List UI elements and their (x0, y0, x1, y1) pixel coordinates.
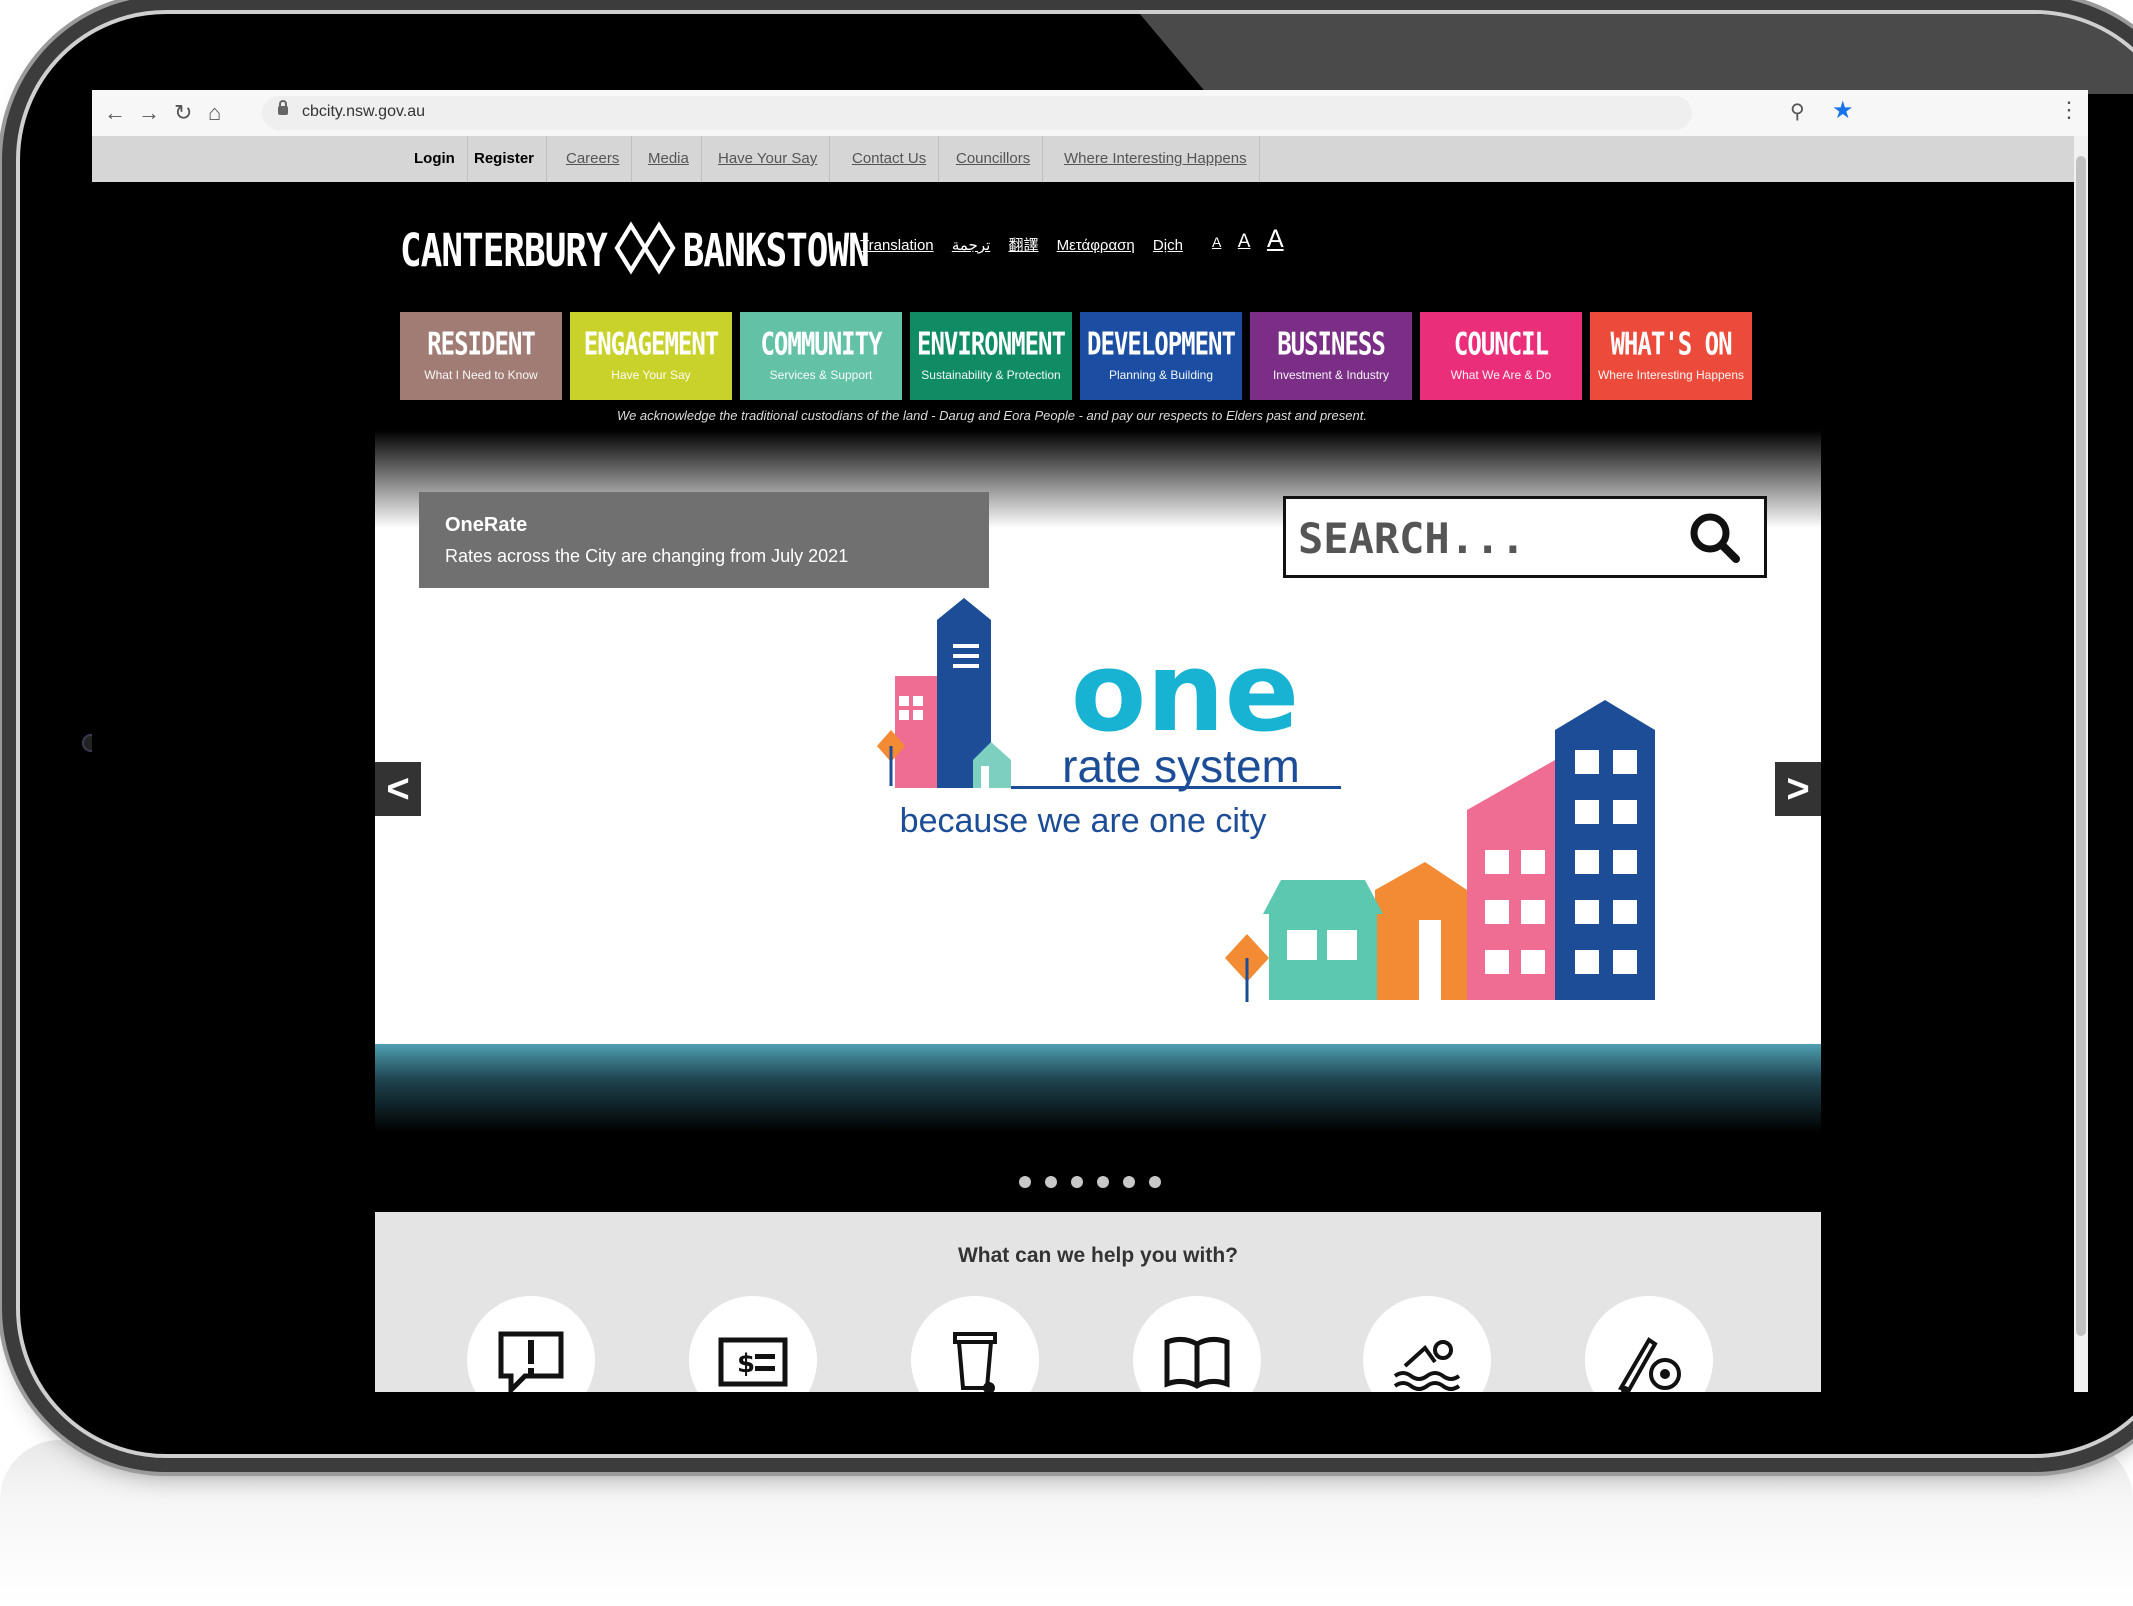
lang-arabic[interactable]: ترجمة (952, 237, 990, 254)
scrollbar-thumb[interactable] (2076, 156, 2086, 1336)
nav-resident[interactable]: RESIDENT What I Need to Know (400, 312, 562, 400)
nav-development-title: DEVELOPMENT (1087, 325, 1236, 363)
register-link[interactable]: Register (462, 136, 548, 182)
menu-icon[interactable]: ⋮ (2058, 97, 2080, 123)
nav-council-subtitle: What We Are & Do (1450, 368, 1552, 382)
nav-community-subtitle: Services & Support (769, 368, 873, 382)
swimming-icon[interactable] (1363, 1296, 1491, 1392)
carousel-next-button[interactable]: > (1775, 762, 1821, 816)
svg-text:$: $ (737, 1349, 755, 1379)
report-issue-icon[interactable] (467, 1296, 595, 1392)
banner-one-text: one (1071, 628, 1300, 756)
nav-whats-on-subtitle: Where Interesting Happens (1597, 368, 1745, 382)
font-small-button[interactable]: A (1212, 234, 1221, 250)
payment-icon[interactable]: $ (689, 1296, 817, 1392)
nav-development-subtitle: Planning & Building (1108, 368, 1214, 382)
carousel-dot[interactable] (1149, 1176, 1161, 1188)
home-icon[interactable]: ⌂ (208, 98, 221, 128)
nav-engagement-title: ENGAGEMENT (583, 325, 720, 363)
language-links: Translation ترجمة 翻譯 Μετάφραση Dịch (860, 234, 1197, 255)
lang-translation[interactable]: Translation (860, 237, 934, 254)
search-box (1283, 496, 1767, 578)
tablet-frame: ← → ↻ ⌂ cbcity.nsw.gov.au ⚲ ★ ⋮ Login Re… (16, 10, 2133, 1458)
acknowledgement-text: We acknowledge the traditional custodian… (617, 408, 1367, 423)
lang-chinese[interactable]: 翻譯 (1008, 237, 1038, 254)
font-size-controls: A A A (1212, 225, 1296, 254)
search-icon[interactable] (1686, 509, 1742, 570)
media-link[interactable]: Media (636, 136, 702, 182)
logo-text-left: CANTERBURY (400, 226, 608, 278)
have-your-say-link[interactable]: Have Your Say (706, 136, 831, 182)
waste-bin-icon[interactable] (911, 1296, 1039, 1392)
nav-resident-title: RESIDENT (427, 325, 536, 363)
url-text: cbcity.nsw.gov.au (302, 103, 426, 120)
careers-link[interactable]: Careers (554, 136, 633, 182)
hero-bottom-fade (375, 1044, 1821, 1132)
nav-community[interactable]: COMMUNITY Services & Support (740, 312, 902, 400)
nav-council-title: COUNCIL (1453, 325, 1549, 363)
nav-resident-subtitle: What I Need to Know (424, 368, 538, 382)
nav-engagement[interactable]: ENGAGEMENT Have Your Say (570, 312, 732, 400)
onerate-description: Rates across the City are changing from … (445, 546, 849, 566)
nav-environment-title: ENVIRONMENT (917, 325, 1066, 363)
nav-business-subtitle: Investment & Industry (1272, 368, 1390, 382)
councillors-link[interactable]: Councillors (944, 136, 1044, 182)
hero-carousel: one rate system because we are one city (375, 430, 1821, 1132)
carousel-dot[interactable] (1045, 1176, 1057, 1188)
search-input[interactable] (1296, 505, 1680, 571)
nav-business[interactable]: BUSINESS Investment & Industry (1250, 312, 1412, 400)
nav-community-title: COMMUNITY (760, 325, 882, 363)
browser-screen: ← → ↻ ⌂ cbcity.nsw.gov.au ⚲ ★ ⋮ Login Re… (92, 90, 2088, 1392)
banner-tagline-text: because we are one city (900, 802, 1267, 840)
reflection-floor (0, 1440, 2133, 1606)
nav-environment-subtitle: Sustainability & Protection (921, 368, 1061, 382)
nav-engagement-subtitle: Have Your Say (611, 368, 691, 382)
vertical-scrollbar[interactable] (2074, 136, 2088, 1392)
carousel-prev-button[interactable]: < (375, 762, 421, 816)
logo-mark-icon (613, 218, 677, 289)
carousel-dot[interactable] (1019, 1176, 1031, 1188)
bookmark-star-icon[interactable]: ★ (1832, 96, 1854, 125)
zoom-icon[interactable]: ⚲ (1790, 99, 1805, 124)
font-medium-button[interactable]: A (1238, 231, 1251, 252)
help-title: What can we help you with? (957, 1244, 1238, 1267)
carousel-dot[interactable] (1071, 1176, 1083, 1188)
carousel-dots (92, 1175, 2088, 1193)
carousel-dot[interactable] (1123, 1176, 1135, 1188)
font-large-button[interactable]: A (1267, 225, 1284, 253)
forward-icon[interactable]: → (138, 98, 160, 128)
onerate-title: OneRate (445, 514, 528, 536)
nav-environment[interactable]: ENVIRONMENT Sustainability & Protection (910, 312, 1072, 400)
address-bar[interactable]: cbcity.nsw.gov.au ⚲ ★ (262, 96, 1854, 130)
lock-icon (278, 100, 288, 115)
lang-vietnamese[interactable]: Dịch (1153, 237, 1183, 254)
reload-icon[interactable]: ↻ (174, 98, 192, 128)
utility-nav: Login Register Careers Media Have Your S… (92, 136, 2088, 182)
help-section: What can we help you with? $ (375, 1212, 1821, 1392)
lang-greek[interactable]: Μετάφραση (1057, 237, 1135, 254)
library-book-icon[interactable] (1133, 1296, 1261, 1392)
sport-icon[interactable] (1585, 1296, 1713, 1392)
nav-whats-on-title: WHAT'S ON (1610, 325, 1732, 363)
banner-rate-system-text: rate system (1062, 740, 1300, 792)
contact-us-link[interactable]: Contact Us (840, 136, 940, 182)
nav-council[interactable]: COUNCIL What We Are & Do (1420, 312, 1582, 400)
logo-text-right: BANKSTOWN (682, 226, 870, 278)
where-interesting-link[interactable]: Where Interesting Happens (1052, 136, 1260, 182)
nav-development[interactable]: DEVELOPMENT Planning & Building (1080, 312, 1242, 400)
onerate-card[interactable]: OneRate Rates across the City are changi… (419, 492, 989, 588)
carousel-dot[interactable] (1097, 1176, 1109, 1188)
back-icon[interactable]: ← (104, 98, 126, 128)
site-logo[interactable]: CANTERBURY BANKSTOWN (400, 218, 870, 289)
browser-toolbar: ← → ↻ ⌂ cbcity.nsw.gov.au ⚲ ★ ⋮ (92, 90, 2088, 137)
login-link[interactable]: Login (402, 136, 468, 182)
bezel-sheen (1140, 14, 2133, 94)
nav-whats-on[interactable]: WHAT'S ON Where Interesting Happens (1590, 312, 1752, 400)
nav-business-title: BUSINESS (1277, 325, 1386, 363)
